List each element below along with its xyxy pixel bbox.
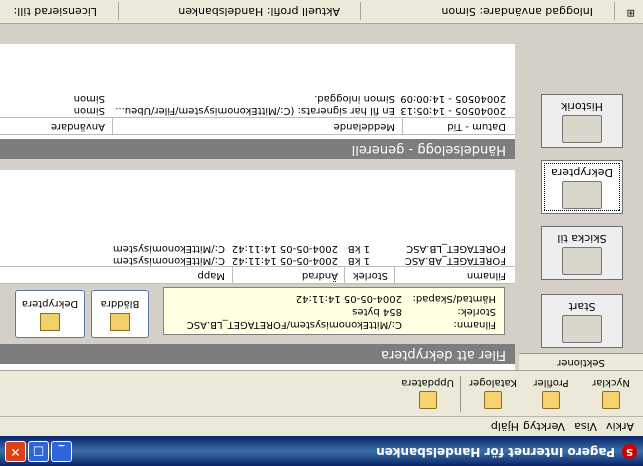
decrypt-section-title: Filer att dekryptera: [0, 344, 515, 364]
decrypt-button-label: Dekryptera: [21, 298, 79, 309]
title-bar[interactable]: S Pagero Internet för Handelsbanken _ □ …: [0, 436, 643, 466]
file-name-cell: FORETAGET_LB.ASC: [406, 243, 506, 254]
log-datetime-cell: 20040505 - 14:00:09: [400, 93, 506, 104]
catalogs-tool[interactable]: Kataloger: [467, 374, 519, 414]
file-folder-cell: C:/MittEkonomisystem: [113, 255, 225, 266]
sidebar-item-history[interactable]: Historik: [541, 94, 623, 148]
filename-value: C:/MittEkonomisystem/FORETAGET_LB.ASC: [186, 319, 402, 330]
refresh-tool-label: Uppdatera: [401, 377, 454, 388]
folder-icon: [484, 391, 502, 409]
status-license: Licensierad till:: [13, 5, 97, 18]
profile-icon: [542, 391, 560, 409]
sidebar-item-label: Dekryptera: [551, 166, 613, 179]
application-window: S Pagero Internet för Handelsbanken _ □ …: [0, 0, 643, 466]
house-icon: [562, 315, 602, 343]
column-header-user[interactable]: Användare: [51, 121, 105, 132]
file-folder-cell: C:/MittEkonomisystem: [113, 243, 225, 254]
profiles-tool[interactable]: Profiler: [525, 374, 577, 414]
panel-divider: [0, 159, 515, 170]
log-user-cell: Simon: [73, 105, 105, 116]
date-row: Hämtad/Skapad: 2004-05-05 14:11:42: [296, 293, 496, 304]
decrypt-button[interactable]: Dekryptera: [15, 290, 85, 338]
filename-row: Filnamn: C:/MittEkonomisystem/FORETAGET_L…: [187, 319, 496, 330]
filename-label: Filnamn:: [453, 319, 497, 330]
status-user: Inloggad användare: Simon: [441, 5, 593, 18]
log-user-cell: Simon: [73, 93, 105, 104]
file-size-cell: 1 kB: [347, 255, 370, 266]
close-button[interactable]: ✕: [5, 441, 26, 462]
file-name-cell: FORETAGET_AB.ASC: [404, 255, 506, 266]
size-label: Storlek:: [457, 306, 496, 317]
folder-icon: [110, 313, 130, 331]
menu-bar: Arkiv Visa Verktyg Hjälp: [0, 416, 643, 436]
log-section-title: Händelselogg - generell: [0, 139, 515, 159]
log-message-cell: En fil har signerats: (C:/MittEkonomisys…: [115, 105, 395, 116]
sidebar-item-start[interactable]: Start: [541, 294, 623, 348]
profiles-tool-label: Profiler: [533, 377, 569, 388]
toolbar-separator: [460, 376, 461, 412]
menu-verktyg[interactable]: Verktyg: [523, 420, 565, 433]
file-size-cell: 1 kB: [347, 243, 370, 254]
file-info-box: Filnamn: C:/MittEkonomisystem/FORETAGET_L…: [163, 287, 505, 335]
log-row[interactable]: 20040505 - 14:05:13 En fil har signerats…: [0, 104, 515, 116]
size-value: 854 bytes: [352, 306, 402, 317]
log-header: Datum - Tid Meddelande Användare: [0, 117, 515, 135]
sidebar-item-label: Historik: [560, 100, 604, 113]
file-details-panel: Filnamn: C:/MittEkonomisystem/FORETAGET_L…: [0, 284, 515, 344]
column-header-filename[interactable]: Filnamn: [467, 270, 506, 281]
log-bottom-strip: [0, 26, 515, 44]
sidebar-item-label: Start: [568, 300, 596, 313]
lock-icon: [562, 181, 602, 209]
window-title: Pagero Internet för Handelsbanken: [376, 445, 615, 459]
size-row: Storlek: 854 bytes: [352, 306, 496, 317]
menu-visa[interactable]: Visa: [574, 420, 597, 433]
key-icon: [602, 391, 620, 409]
log-datetime-cell: 20040505 - 14:05:13: [400, 105, 506, 116]
log-row[interactable]: 20040505 - 14:00:09 Simon inloggad. Simo…: [0, 92, 515, 104]
file-list-header: Filnamn Storlek Ändrad Mapp: [0, 266, 515, 284]
browse-button-label: Bläddra: [100, 298, 140, 309]
book-icon: [562, 115, 602, 143]
column-header-modified[interactable]: Ändrad: [302, 270, 338, 281]
column-header-message[interactable]: Meddelande: [334, 121, 395, 132]
sidebar-item-send[interactable]: Skicka til: [541, 226, 623, 280]
date-value: 2004-05-05 14:11:42: [295, 293, 402, 304]
status-bar: ⊞ Inloggad användare: Simon Aktuell prof…: [0, 0, 643, 24]
app-icon: S: [622, 444, 637, 459]
table-row[interactable]: FORETAGET_LB.ASC 1 kB 2004-05-05 14:11:4…: [0, 242, 515, 254]
column-header-datetime[interactable]: Datum - Tid: [447, 121, 506, 132]
keys-tool[interactable]: Nycklar: [585, 374, 637, 414]
file-date-cell: 2004-05-05 14:11:42: [231, 255, 338, 266]
sidebar-header: Sektioner: [519, 353, 643, 370]
column-header-folder[interactable]: Mapp: [198, 270, 225, 281]
browse-button[interactable]: Bläddra: [91, 290, 149, 338]
send-icon: [562, 247, 602, 275]
sections-sidebar: Sektioner Start Skicka til Dekryptera Hi…: [519, 26, 643, 370]
keys-tool-label: Nycklar: [592, 377, 630, 388]
sidebar-item-decrypt[interactable]: Dekryptera: [541, 160, 623, 214]
sidebar-item-label: Skicka til: [557, 232, 607, 245]
column-header-size[interactable]: Storlek: [353, 270, 388, 281]
minimize-button[interactable]: _: [51, 441, 72, 462]
maximize-button[interactable]: □: [28, 441, 49, 462]
catalogs-tool-label: Kataloger: [468, 377, 518, 388]
decrypt-icon: [40, 313, 60, 331]
toolbar: Nycklar Profiler Kataloger Uppdatera: [0, 370, 643, 416]
date-label: Hämtad/Skapad:: [412, 293, 496, 304]
status-profile: Aktuell profil: Handelsbanken: [178, 5, 340, 18]
file-date-cell: 2004-05-05 14:11:42: [231, 243, 338, 254]
status-icon: ⊞: [626, 7, 635, 18]
table-row[interactable]: FORETAGET_AB.ASC 1 kB 2004-05-05 14:11:4…: [0, 254, 515, 266]
main-panel: Filer att dekryptera Filnamn: C:/MittEkon…: [0, 26, 515, 370]
menu-arkiv[interactable]: Arkiv: [606, 420, 634, 433]
menu-hjalp[interactable]: Hjälp: [491, 420, 519, 433]
refresh-icon: [419, 391, 437, 409]
log-message-cell: Simon inloggad.: [314, 93, 395, 104]
refresh-tool[interactable]: Uppdatera: [401, 374, 454, 414]
